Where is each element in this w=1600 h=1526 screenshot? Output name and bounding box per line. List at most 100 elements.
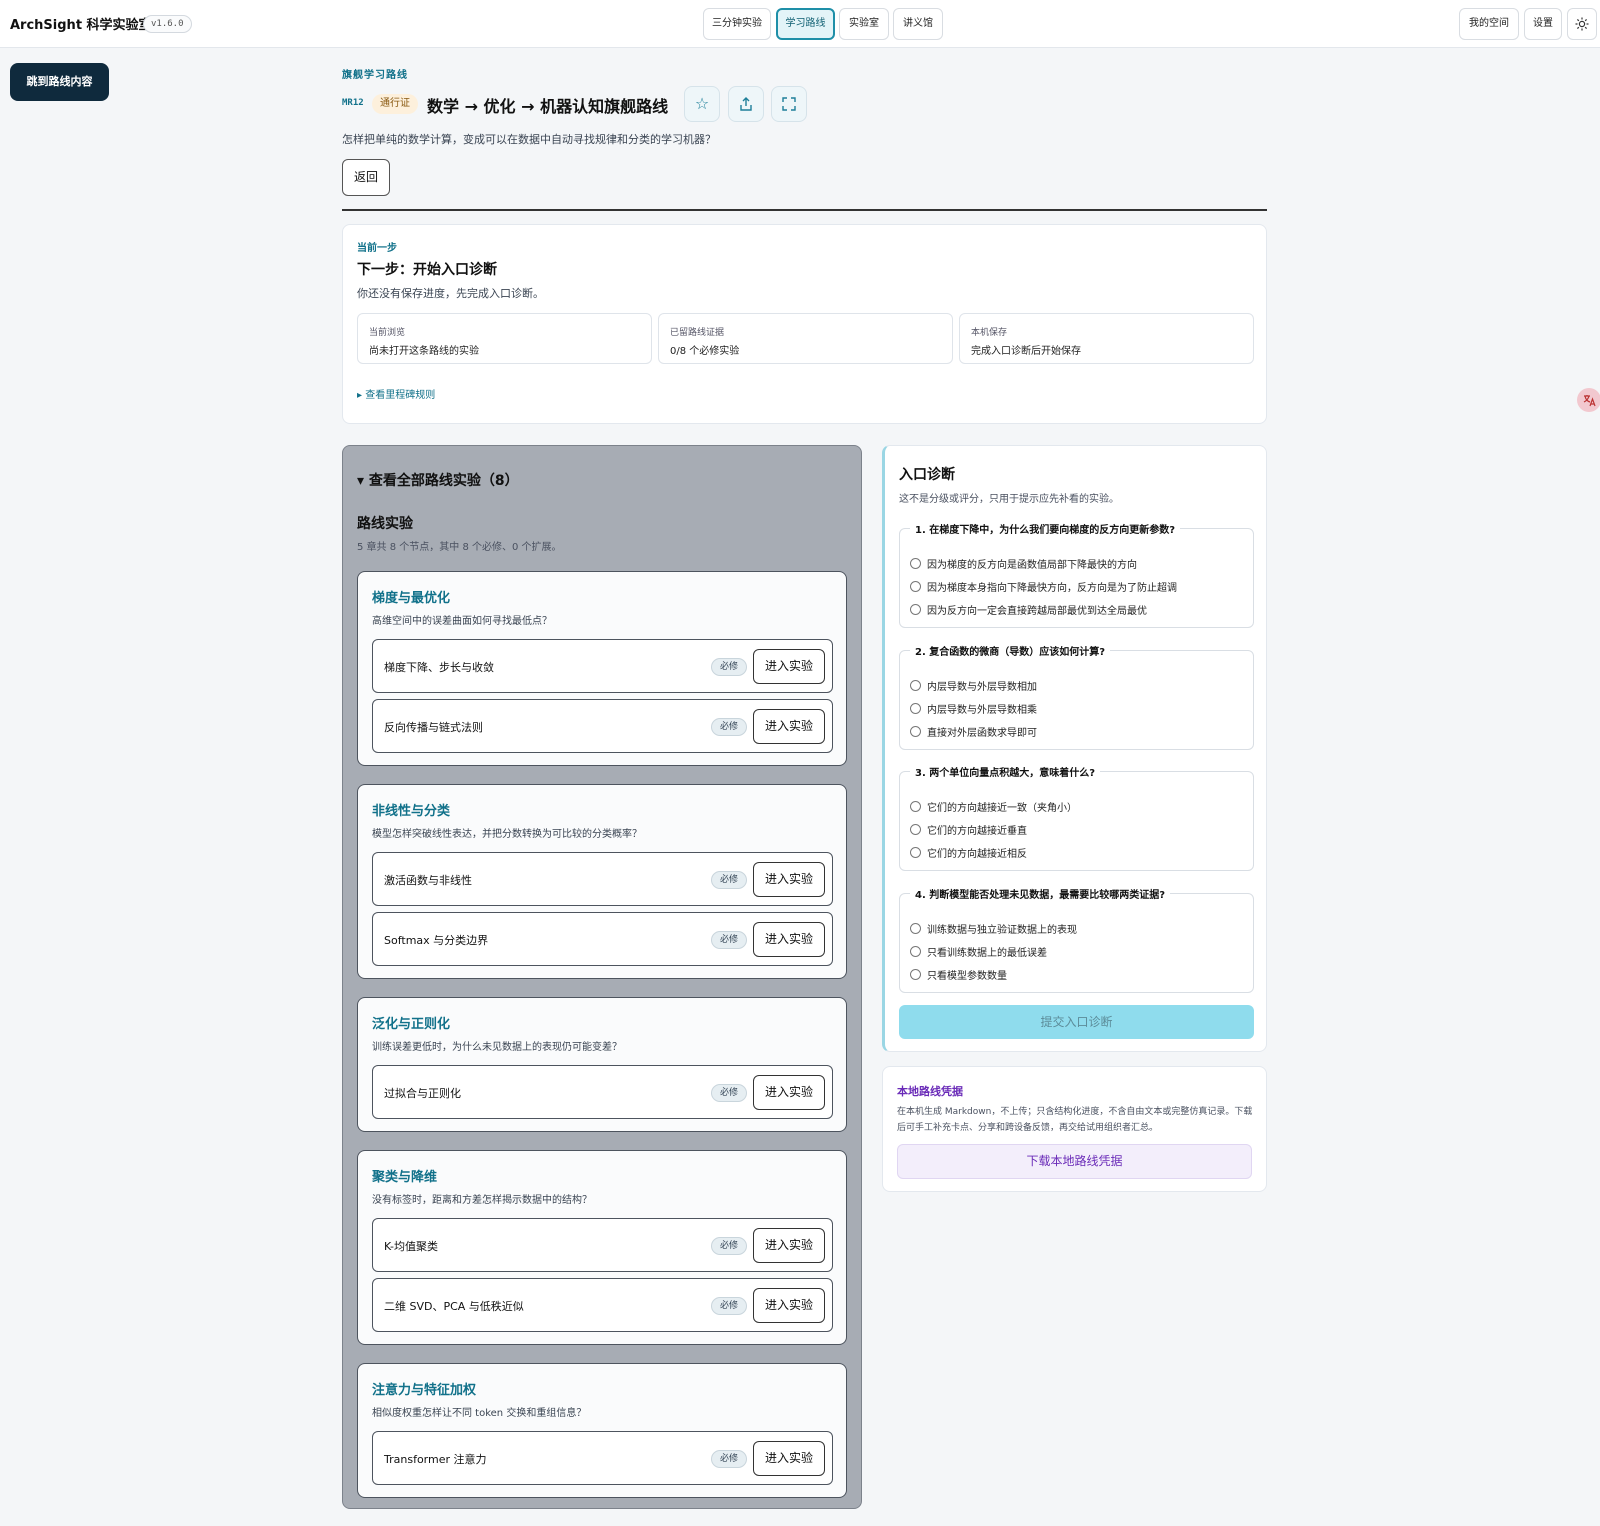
experiment-row: Transformer 注意力 必修 进入实验 — [372, 1431, 833, 1485]
radio-button[interactable] — [910, 558, 921, 569]
sun-icon — [1575, 17, 1589, 31]
top-bar: ArchSight 科学实验室 v1.6.0 三分钟实验 学习路线 实验室 讲义… — [0, 0, 1600, 48]
my-space-button[interactable]: 我的空间 — [1459, 8, 1519, 40]
answer-option[interactable]: 训练数据与独立验证数据上的表现 — [910, 921, 1077, 936]
experiment-name: Transformer 注意力 — [384, 1453, 487, 1466]
radio-button[interactable] — [910, 703, 921, 714]
stat-label: 当前浏览 — [369, 328, 406, 338]
experiment-name: Softmax 与分类边界 — [384, 934, 489, 947]
enter-experiment-button[interactable]: 进入实验 — [753, 1288, 825, 1323]
share-button[interactable] — [728, 86, 764, 122]
current-step-card: 当前一步 下一步：开始入口诊断 你还没有保存进度，先完成入口诊断。 当前浏览 尚… — [342, 224, 1267, 424]
experiment-name: 激活函数与非线性 — [384, 874, 472, 887]
route-experiments-panel: ▾ 查看全部路线实验（8） 路线实验 5 章共 8 个节点，其中 8 个必修、0… — [342, 445, 862, 1509]
favorite-button[interactable]: ☆ — [684, 86, 720, 122]
radio-button[interactable] — [910, 680, 921, 691]
stat-local-save: 本机保存 完成入口诊断后开始保存 — [959, 313, 1254, 364]
radio-button[interactable] — [910, 847, 921, 858]
entry-diagnostic-card: 入口诊断 这不是分级或评分，只用于提示应先补看的实验。 1. 在梯度下降中，为什… — [882, 445, 1267, 1052]
translate-glyph — [1583, 395, 1596, 407]
nav-three-minute[interactable]: 三分钟实验 — [703, 8, 771, 40]
chapter-title: 梯度与最优化 — [372, 591, 451, 606]
required-badge: 必修 — [711, 658, 747, 676]
current-step-title: 下一步：开始入口诊断 — [357, 262, 497, 278]
skip-to-content-link[interactable]: 跳到路线内容 — [10, 63, 109, 101]
answer-option[interactable]: 只看训练数据上的最低误差 — [910, 944, 1047, 959]
chapter-desc: 相似度权重怎样让不同 token 交换和重组信息？ — [372, 1408, 587, 1419]
experiment-name: 过拟合与正则化 — [384, 1087, 461, 1100]
experiment-row: K-均值聚类 必修 进入实验 — [372, 1218, 833, 1272]
question-fieldset: 3. 两个单位向量点积越大，意味着什么? 它们的方向越接近一致（夹角小） 它们的… — [899, 764, 1254, 871]
radio-button[interactable] — [910, 969, 921, 980]
enter-experiment-button[interactable]: 进入实验 — [753, 1441, 825, 1476]
translate-icon[interactable] — [1577, 388, 1600, 412]
route-summary-toggle[interactable]: ▾ 查看全部路线实验（8） — [357, 470, 519, 490]
fullscreen-button[interactable] — [771, 86, 807, 122]
radio-button[interactable] — [910, 923, 921, 934]
answer-option[interactable]: 内层导数与外层导数相乘 — [910, 701, 1037, 716]
question-text: 3. 两个单位向量点积越大，意味着什么? — [910, 764, 1101, 779]
radio-button[interactable] — [910, 824, 921, 835]
local-proof-desc: 在本机生成 Markdown，不上传；只含结构化进度，不含自由文本或完整仿真记录… — [897, 1107, 1253, 1133]
fullscreen-icon — [782, 97, 796, 111]
diagnostic-title: 入口诊断 — [899, 467, 955, 483]
enter-experiment-button[interactable]: 进入实验 — [753, 1228, 825, 1263]
radio-button[interactable] — [910, 946, 921, 957]
answer-option[interactable]: 它们的方向越接近一致（夹角小） — [910, 799, 1077, 814]
experiment-name: 二维 SVD、PCA 与低秩近似 — [384, 1300, 524, 1313]
answer-option[interactable]: 它们的方向越接近相反 — [910, 845, 1027, 860]
enter-experiment-button[interactable]: 进入实验 — [753, 649, 825, 684]
enter-experiment-button[interactable]: 进入实验 — [753, 1075, 825, 1110]
milestone-rules-link[interactable]: ▸ 查看里程碑规则 — [357, 386, 435, 401]
answer-option[interactable]: 因为反方向一定会直接跨越局部最优到达全局最优 — [910, 602, 1147, 617]
radio-button[interactable] — [910, 604, 921, 615]
experiment-row: 梯度下降、步长与收敛 必修 进入实验 — [372, 639, 833, 693]
chapter-title: 泛化与正则化 — [372, 1017, 451, 1032]
enter-experiment-button[interactable]: 进入实验 — [753, 709, 825, 744]
enter-experiment-button[interactable]: 进入实验 — [753, 862, 825, 897]
star-icon: ☆ — [694, 94, 710, 113]
version-badge: v1.6.0 — [143, 15, 192, 33]
answer-option[interactable]: 它们的方向越接近垂直 — [910, 822, 1027, 837]
page-title: 数学 → 优化 → 机器认知旗舰路线 — [427, 97, 669, 116]
diagnostic-desc: 这不是分级或评分，只用于提示应先补看的实验。 — [899, 494, 1119, 505]
pass-badge: 通行证 — [372, 94, 418, 114]
route-code: MR12 — [342, 98, 364, 108]
required-badge: 必修 — [711, 1237, 747, 1255]
nav-lectures[interactable]: 讲义馆 — [893, 8, 943, 40]
required-badge: 必修 — [711, 1450, 747, 1468]
answer-option[interactable]: 内层导数与外层导数相加 — [910, 678, 1037, 693]
answer-option[interactable]: 因为梯度的反方向是函数值局部下降最快的方向 — [910, 556, 1137, 571]
brand-title[interactable]: ArchSight 科学实验室 — [10, 14, 152, 33]
theme-toggle-button[interactable] — [1567, 8, 1597, 40]
experiment-row: 过拟合与正则化 必修 进入实验 — [372, 1065, 833, 1119]
required-badge: 必修 — [711, 718, 747, 736]
enter-experiment-button[interactable]: 进入实验 — [753, 922, 825, 957]
submit-diagnostic-button[interactable]: 提交入口诊断 — [899, 1005, 1254, 1039]
chapter-nonlinear-classification: 非线性与分类 模型怎样突破线性表达，并把分数转换为可比较的分类概率？ 激活函数与… — [357, 784, 847, 979]
local-proof-card: 本地路线凭据 在本机生成 Markdown，不上传；只含结构化进度，不含自由文本… — [882, 1066, 1267, 1192]
question-text: 4. 判断模型能否处理未见数据，最需要比较哪两类证据? — [910, 886, 1171, 901]
radio-button[interactable] — [910, 726, 921, 737]
chapter-desc: 模型怎样突破线性表达，并把分数转换为可比较的分类概率？ — [372, 829, 642, 840]
chapter-title: 注意力与特征加权 — [372, 1383, 477, 1398]
radio-button[interactable] — [910, 801, 921, 812]
back-button[interactable]: 返回 — [342, 159, 390, 196]
settings-button[interactable]: 设置 — [1524, 8, 1562, 40]
radio-button[interactable] — [910, 581, 921, 592]
chapter-generalization: 泛化与正则化 训练误差更低时，为什么未见数据上的表现仍可能变差？ 过拟合与正则化… — [357, 997, 847, 1132]
question-fieldset: 1. 在梯度下降中，为什么我们要向梯度的反方向更新参数? 因为梯度的反方向是函数… — [899, 521, 1254, 628]
experiment-row: 反向传播与链式法则 必修 进入实验 — [372, 699, 833, 753]
answer-option[interactable]: 直接对外层函数求导即可 — [910, 724, 1037, 739]
question-text: 2. 复合函数的微商（导数）应该如何计算? — [910, 643, 1111, 658]
answer-option[interactable]: 因为梯度本身指向下降最快方向，反方向是为了防止超调 — [910, 579, 1177, 594]
nav-lab[interactable]: 实验室 — [839, 8, 889, 40]
experiment-row: 激活函数与非线性 必修 进入实验 — [372, 852, 833, 906]
answer-option[interactable]: 只看模型参数数量 — [910, 967, 1007, 982]
stat-label: 本机保存 — [971, 328, 1008, 338]
nav-learning-route[interactable]: 学习路线 — [776, 8, 835, 40]
question-text: 1. 在梯度下降中，为什么我们要向梯度的反方向更新参数? — [910, 521, 1181, 536]
experiment-name: 梯度下降、步长与收敛 — [384, 661, 494, 674]
stat-label: 已留路线证据 — [670, 328, 725, 338]
download-proof-button[interactable]: 下载本地路线凭据 — [897, 1144, 1252, 1179]
